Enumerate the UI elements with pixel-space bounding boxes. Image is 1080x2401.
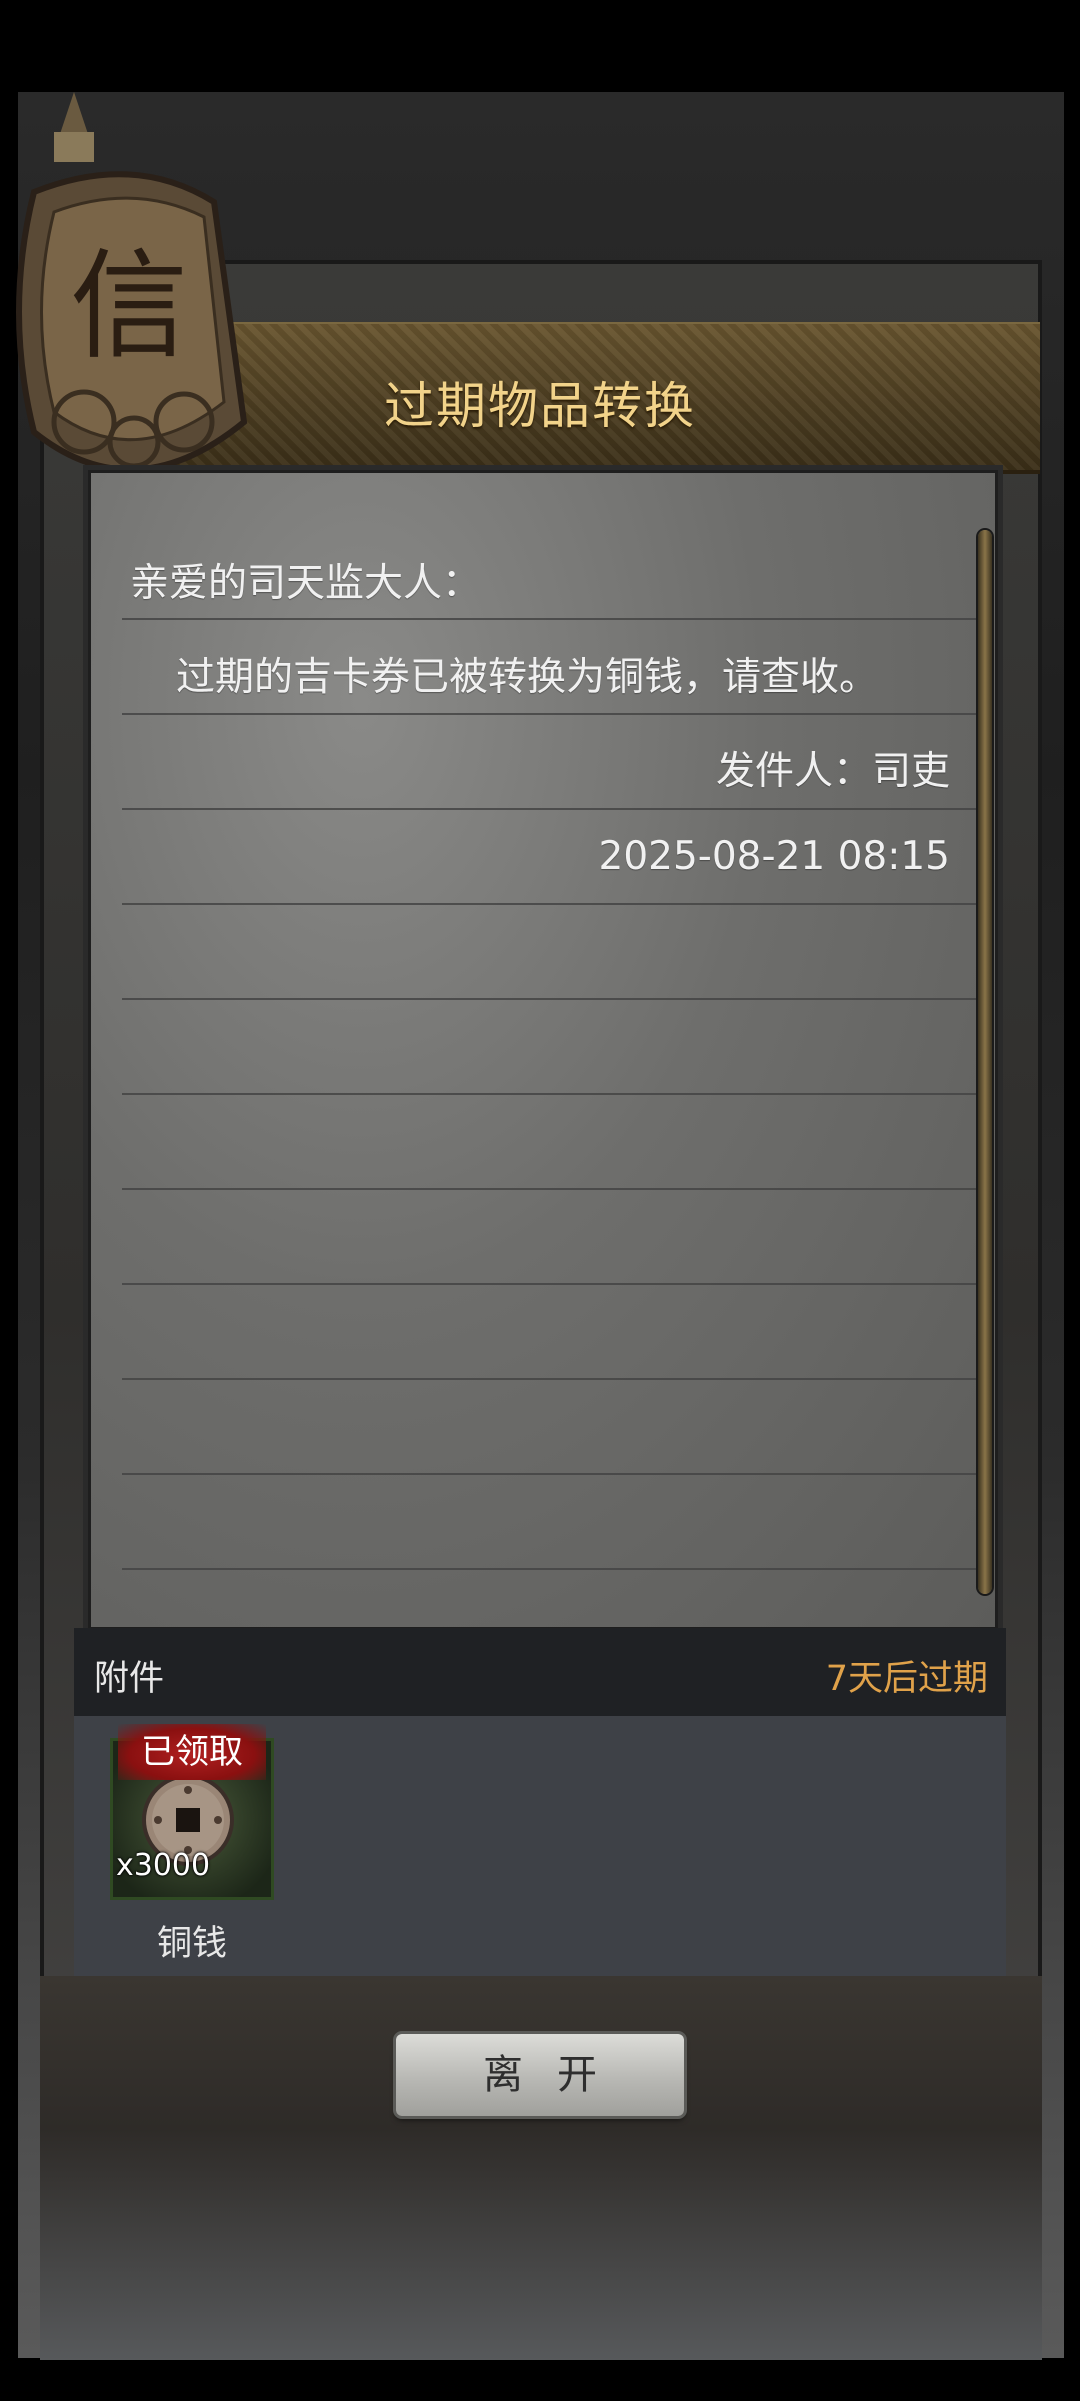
paper-rule: [122, 903, 988, 905]
paper-rule: [122, 1188, 988, 1190]
mail-sender: 发件人：司吏: [715, 749, 950, 794]
medallion-glyph: 信: [70, 237, 188, 375]
paper-rule: [122, 713, 988, 715]
dialog-title: 过期物品转换: [384, 377, 696, 435]
paper-rule: [122, 1378, 988, 1380]
letter-medallion-icon: 信: [16, 92, 248, 473]
paper-rule: [122, 1283, 988, 1285]
item-quantity: x3000: [116, 1848, 211, 1883]
paper-rule: [122, 1568, 988, 1570]
mail-timestamp: 2025-08-21 08:15: [598, 834, 950, 879]
letter-paper: [88, 470, 998, 1630]
leave-button[interactable]: 离开: [396, 2034, 684, 2116]
paper-rule: [122, 808, 988, 810]
paper-rule: [122, 1093, 988, 1095]
paper-rule: [122, 1473, 988, 1475]
attachments-label: 附件: [94, 1659, 165, 1699]
expiry-label: 7天后过期: [825, 1659, 988, 1699]
paper-rule: [122, 998, 988, 1000]
mail-greeting: 亲爱的司天监大人：: [130, 561, 482, 606]
mail-body: 过期的吉卡券已被转换为铜钱，请查收。: [176, 655, 879, 700]
paper-rule: [122, 618, 988, 620]
claimed-badge: 已领取: [118, 1724, 266, 1780]
scrollbar[interactable]: [978, 530, 992, 1594]
item-name: 铜钱: [156, 1924, 227, 1964]
